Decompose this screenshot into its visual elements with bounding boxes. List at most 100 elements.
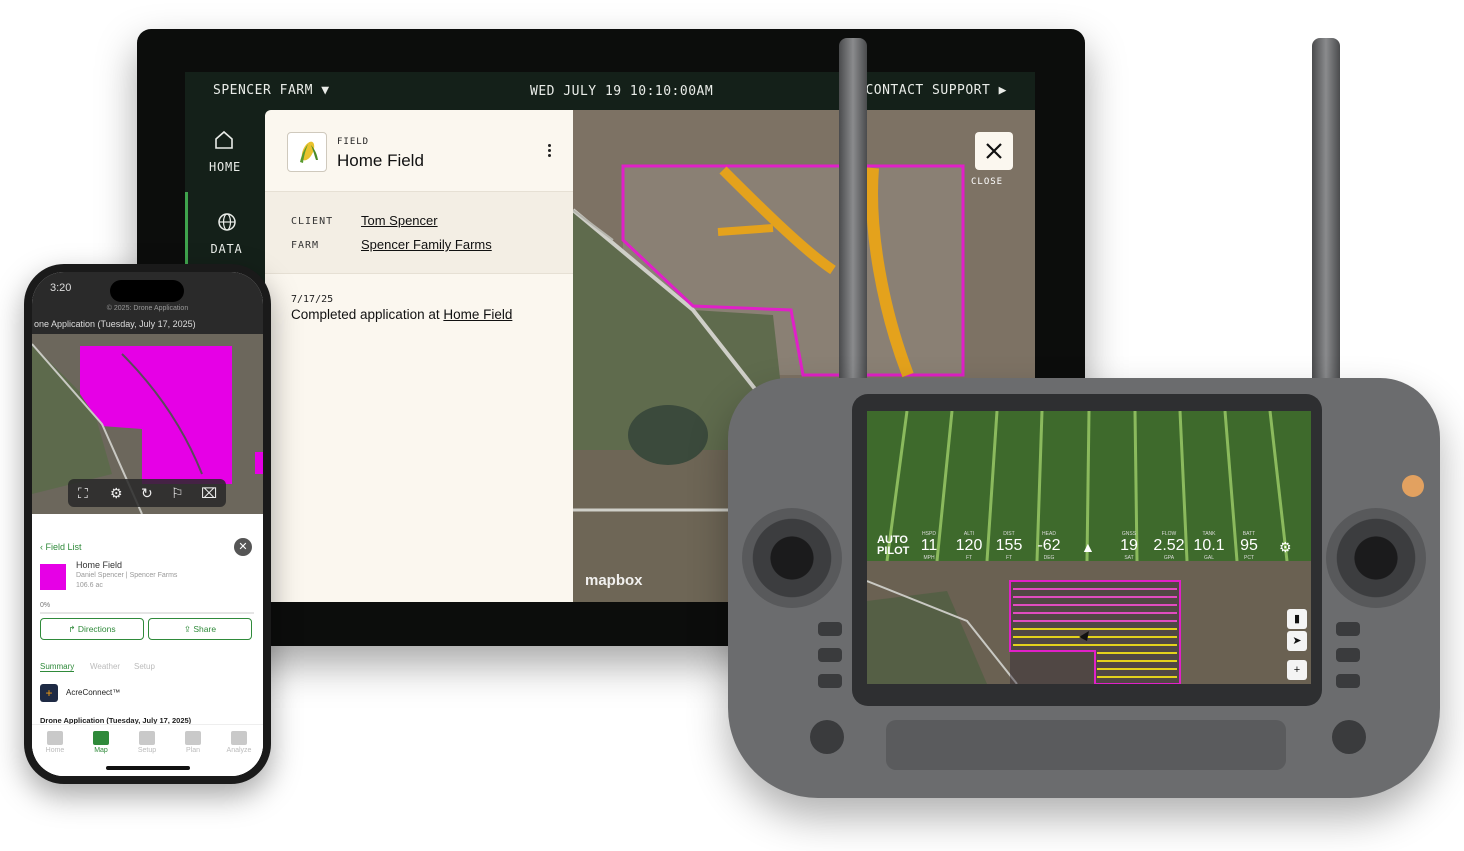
add-waypoint-icon[interactable]: ⚐ — [171, 485, 184, 502]
return-home-button[interactable] — [810, 720, 844, 754]
tab-home-label: Home — [45, 747, 65, 754]
field-name: Home Field — [337, 151, 424, 170]
right-button-2[interactable] — [1336, 648, 1360, 662]
tab-map[interactable]: Map — [78, 731, 124, 754]
progress-bar — [40, 612, 254, 614]
status-led — [1402, 475, 1424, 497]
metric-hspd: HSPD 11 MPH — [920, 531, 938, 561]
client-key: CLIENT — [291, 216, 334, 227]
close-icon — [986, 143, 1002, 159]
acreconnect-label: AcreConnect™ — [66, 688, 121, 697]
field-detail-panel: FIELD Home Field CLIENT Tom Spencer FARM… — [265, 110, 573, 602]
delete-icon[interactable]: ⌧ — [201, 485, 217, 502]
acreconnect-icon: + — [40, 684, 58, 702]
more-options-icon[interactable] — [543, 142, 555, 164]
client-link[interactable]: Tom Spencer — [361, 213, 438, 228]
crop-thumbnail — [287, 132, 327, 172]
tab-home[interactable]: Home — [32, 731, 78, 754]
metric-alti: ALTI 120 FT — [955, 531, 983, 561]
phone-title: one Application (Tuesday, July 17, 2025) — [34, 319, 196, 329]
farm-link[interactable]: Spencer Family Farms — [361, 237, 492, 252]
activity-date: 7/17/25 — [291, 294, 334, 305]
right-antenna — [1312, 38, 1340, 398]
home-icon — [47, 731, 63, 745]
home-indicator — [106, 766, 190, 770]
right-button-3[interactable] — [1336, 674, 1360, 688]
controller-screen: AUTO PILOT HSPD 11 MPH ALTI 120 FT DIST 155 FT… — [867, 411, 1311, 684]
sheet-field-acres: 106.6 ac — [76, 582, 103, 589]
left-antenna — [839, 38, 867, 398]
sheet-close-icon[interactable]: ✕ — [234, 538, 252, 556]
metric-tank: TANK 10.1 GAL — [1193, 531, 1225, 561]
home-icon — [215, 130, 233, 149]
left-button-1[interactable] — [818, 622, 842, 636]
nav-home-label: HOME — [208, 160, 242, 174]
zoom-in-button[interactable]: + — [1287, 660, 1307, 680]
drone-controller: AUTO PILOT HSPD 11 MPH ALTI 120 FT DIST 155 FT… — [728, 378, 1440, 798]
field-thumbnail — [40, 564, 66, 590]
autopilot-badge: AUTO PILOT — [877, 534, 910, 557]
corn-icon — [300, 141, 318, 163]
share-button[interactable]: ⇪ Share — [148, 618, 252, 640]
plan-icon — [185, 731, 201, 745]
field-list-back[interactable]: ‹ Field List — [40, 542, 82, 552]
left-joystick[interactable] — [742, 508, 842, 608]
activity-entry: Completed application at Home Field — [291, 307, 512, 322]
globe-icon — [218, 213, 236, 231]
metric-dist: DIST 155 FT — [995, 531, 1023, 561]
left-button-3[interactable] — [818, 674, 842, 688]
phone-note: © 2025: Drone Application — [106, 305, 189, 312]
map-toolbar: ⛶ ⚙ ↻ ⚐ ⌧ — [68, 479, 226, 507]
tab-map-label: Map — [94, 747, 108, 754]
tab-plan[interactable]: Plan — [170, 731, 216, 754]
expand-icon[interactable]: ⛶ — [78, 485, 88, 502]
metric-batt: BATT 95 PCT — [1240, 531, 1258, 561]
field-list-label: Field List — [45, 542, 82, 552]
field-tag: FIELD — [337, 137, 370, 147]
close-button[interactable] — [975, 132, 1013, 170]
metric-gnss: GNSS 19 SAT — [1120, 531, 1138, 561]
locate-button[interactable]: ➤ — [1287, 631, 1307, 651]
tab-summary[interactable]: Summary — [40, 662, 75, 672]
datetime-display: WED JULY 19 10:10:00AM — [530, 84, 714, 99]
settings-gear-icon[interactable]: ⚙ — [1279, 539, 1292, 556]
field-meta: CLIENT Tom Spencer FARM Spencer Family F… — [265, 192, 573, 274]
settings-icon[interactable]: ⚙ — [110, 485, 123, 502]
metric-flow: FLOW 2.52 GPA — [1153, 531, 1185, 561]
map-pin-icon — [93, 731, 109, 745]
contact-support-link[interactable]: CONTACT SUPPORT ▶ — [865, 83, 1007, 98]
power-button[interactable] — [1332, 720, 1366, 754]
nav-home[interactable]: HOME — [185, 110, 265, 188]
tab-plan-label: Plan — [185, 747, 200, 754]
dynamic-island — [110, 280, 184, 302]
sheet-field-name: Home Field — [76, 560, 123, 570]
tab-analyze-label: Analyze — [226, 747, 252, 754]
speaker-grille — [886, 720, 1286, 770]
left-button-2[interactable] — [818, 648, 842, 662]
right-joystick[interactable] — [1326, 508, 1426, 608]
farm-key: FARM — [291, 240, 320, 251]
phone-time: 3:20 — [50, 282, 72, 294]
phone-map[interactable]: ⛶ ⚙ ↻ ⚐ ⌧ — [32, 334, 263, 514]
progress-percent: 0% — [40, 602, 51, 609]
nav-data[interactable]: DATA — [185, 192, 265, 270]
sheet-field-sub: Daniel Spencer | Spencer Farms — [76, 572, 178, 579]
directions-button[interactable]: ↱ Directions — [40, 618, 144, 640]
tab-setup-label: Setup — [137, 747, 157, 754]
phone-screen: 3:20 © 2025: Drone Application one Appli… — [32, 272, 263, 776]
tab-analyze[interactable]: Analyze — [216, 731, 262, 754]
farm-selector[interactable]: SPENCER FARM ▼ — [213, 83, 330, 98]
activity-field-link[interactable]: Home Field — [443, 307, 512, 322]
directions-label: Directions — [77, 624, 116, 634]
map-layers-button[interactable]: ▮ — [1287, 609, 1307, 629]
close-label: CLOSE — [971, 177, 1004, 187]
activity-text: Completed application at — [291, 307, 444, 322]
mapbox-attribution: mapbox — [585, 572, 643, 589]
heading-arrow-icon: ▲ — [1081, 539, 1095, 555]
tab-setup[interactable]: Setup — [134, 662, 155, 671]
tab-setup-nav[interactable]: Setup — [124, 731, 170, 754]
tab-weather[interactable]: Weather — [90, 662, 120, 671]
right-button-1[interactable] — [1336, 622, 1360, 636]
field-header: FIELD Home Field — [265, 110, 573, 192]
refresh-icon[interactable]: ↻ — [141, 485, 153, 502]
